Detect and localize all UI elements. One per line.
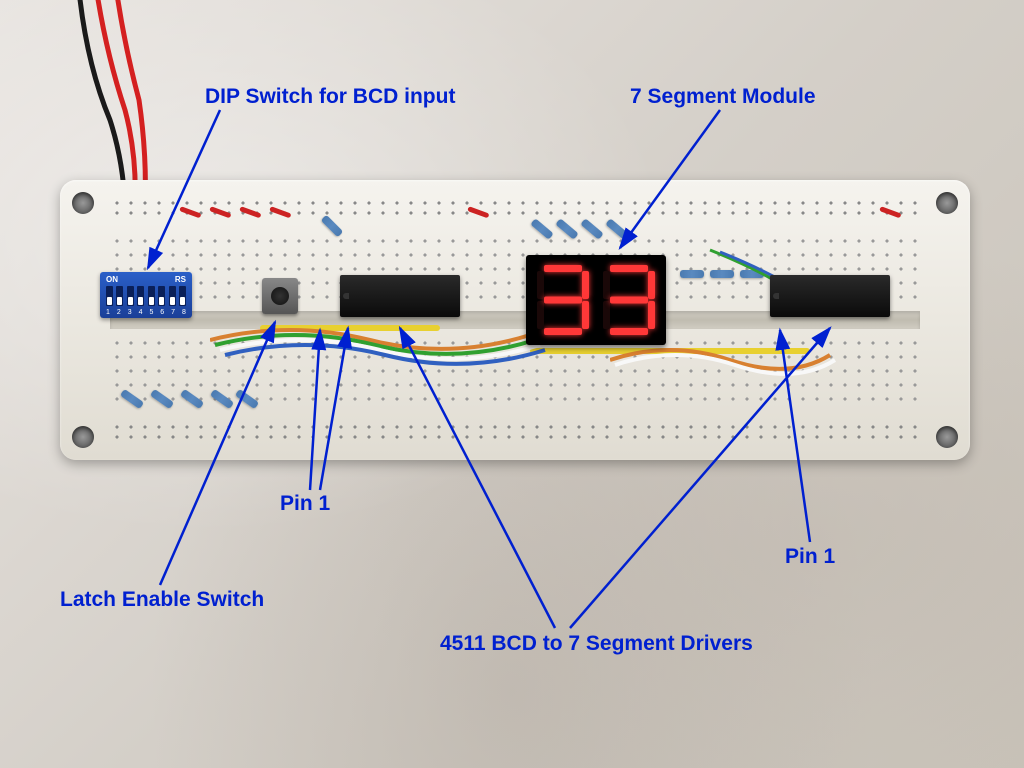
breadboard bbox=[60, 180, 970, 460]
mounting-hole bbox=[72, 426, 94, 448]
label-latch-enable: Latch Enable Switch bbox=[60, 588, 264, 612]
power-wires bbox=[75, 0, 155, 200]
label-drivers: 4511 BCD to 7 Segment Drivers bbox=[440, 632, 753, 656]
dip-switch-3[interactable] bbox=[127, 286, 134, 306]
dip-num: 6 bbox=[160, 309, 164, 316]
dip-switch-8[interactable] bbox=[179, 286, 186, 306]
dip-num: 1 bbox=[106, 309, 110, 316]
dip-rs-label: RS bbox=[175, 275, 186, 284]
dip-num: 8 bbox=[182, 309, 186, 316]
dip-switch-7[interactable] bbox=[169, 286, 176, 306]
label-dip-switch: DIP Switch for BCD input bbox=[205, 85, 455, 109]
dip-switch-4[interactable] bbox=[137, 286, 144, 306]
ic-4511-left bbox=[340, 275, 460, 317]
mounting-hole bbox=[936, 426, 958, 448]
dip-num: 7 bbox=[171, 309, 175, 316]
dip-num: 4 bbox=[139, 309, 143, 316]
seven-segment-display bbox=[526, 255, 666, 345]
mounting-hole bbox=[936, 192, 958, 214]
ic-4511-right bbox=[770, 275, 890, 317]
digit-left bbox=[534, 263, 592, 337]
label-seven-segment: 7 Segment Module bbox=[630, 85, 816, 109]
dip-switch-2[interactable] bbox=[116, 286, 123, 306]
power-rail-top bbox=[110, 198, 920, 218]
dip-switch-6[interactable] bbox=[158, 286, 165, 306]
dip-switch-5[interactable] bbox=[148, 286, 155, 306]
dip-num: 5 bbox=[149, 309, 153, 316]
label-pin1-right: Pin 1 bbox=[785, 545, 835, 569]
label-pin1-left: Pin 1 bbox=[280, 492, 330, 516]
dip-on-label: ON bbox=[106, 275, 118, 284]
power-rail-bottom bbox=[110, 422, 920, 442]
dip-num: 3 bbox=[128, 309, 132, 316]
latch-enable-switch[interactable] bbox=[262, 278, 298, 314]
mounting-hole bbox=[72, 192, 94, 214]
digit-right bbox=[600, 263, 658, 337]
dip-switch-1[interactable] bbox=[106, 286, 113, 306]
dip-num: 2 bbox=[117, 309, 121, 316]
dip-switch[interactable]: ON RS 1 2 3 4 5 6 7 8 bbox=[100, 272, 192, 318]
